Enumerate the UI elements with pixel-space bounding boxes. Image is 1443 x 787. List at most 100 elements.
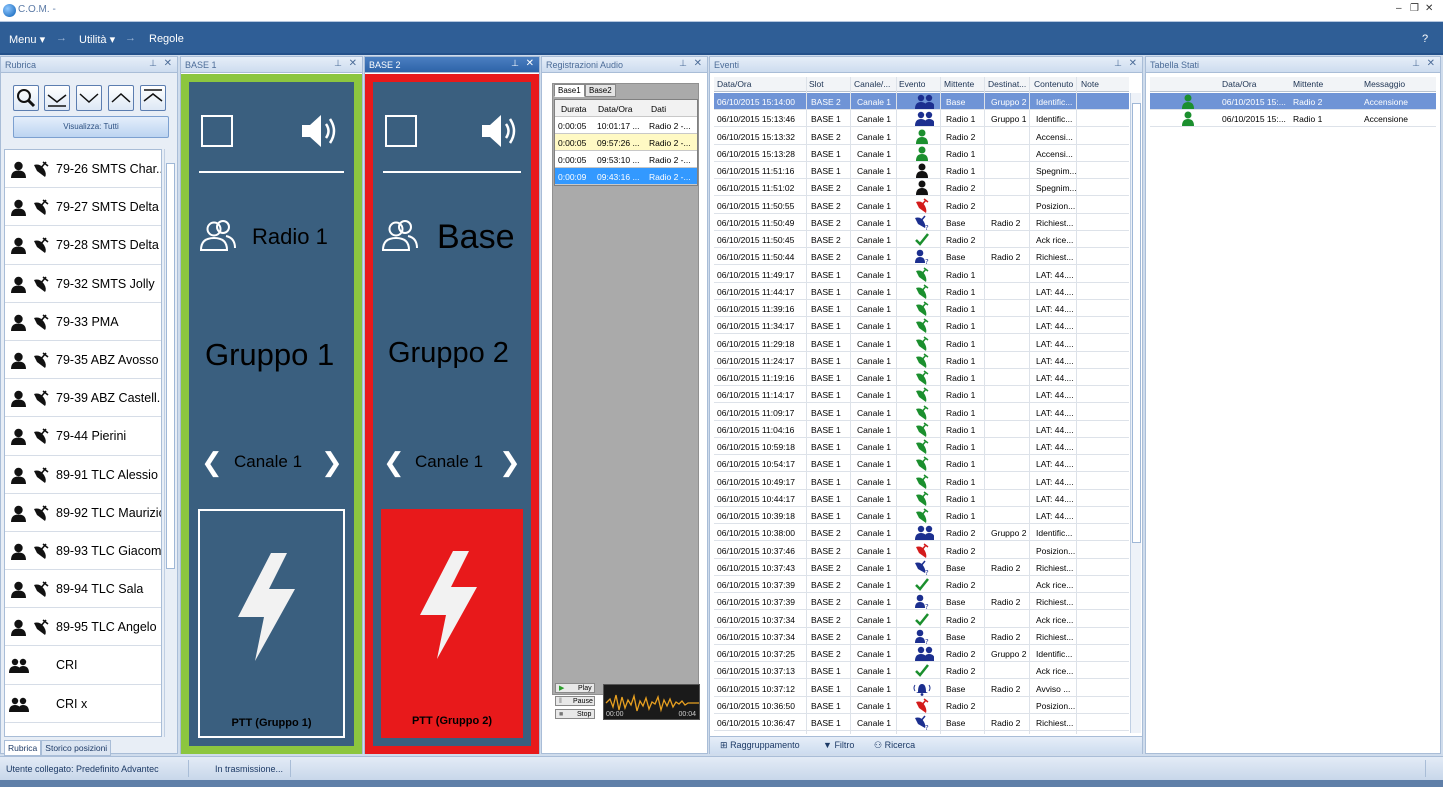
list-item[interactable]: 79-35 ABZ Avosso — [5, 341, 161, 380]
table-row[interactable]: 06/10/2015 15:13:32 BASE 2 Canale 1 Radio 2… — [714, 128, 1129, 145]
ptt-button[interactable]: PTT (Gruppo 1) — [198, 509, 345, 738]
table-row[interactable]: 06/10/2015 11:39:16 BASE 1 Canale 1 Radio 1… — [714, 300, 1129, 318]
waveform[interactable]: 00:00 00:04 — [603, 684, 700, 720]
first-button[interactable] — [140, 85, 166, 111]
pin-icon[interactable]: ⊥ — [511, 58, 519, 69]
eventi-scrollbar[interactable] — [1130, 93, 1141, 733]
menu-regole[interactable]: Regole — [149, 33, 184, 45]
col-contenuto[interactable]: Contenuto — [1034, 79, 1073, 89]
up-button[interactable] — [108, 85, 134, 111]
speaker-icon[interactable] — [479, 112, 519, 150]
table-row[interactable]: 06/10/2015 11:44:17 BASE 1 Canale 1 Radio 1… — [714, 283, 1129, 300]
col-mittente[interactable]: Mittente — [1293, 79, 1323, 89]
list-item[interactable]: 79-33 PMA — [5, 303, 161, 341]
visualizza-button[interactable]: Visualizza: Tutti — [13, 116, 169, 138]
search-button[interactable] — [13, 85, 39, 111]
tab-base1[interactable]: Base1 — [554, 84, 585, 97]
minimize-icon[interactable]: – — [1396, 3, 1402, 14]
table-row[interactable]: 06/10/2015 11:50:45 BASE 2 Canale 1 Radio 2… — [714, 231, 1129, 249]
table-row[interactable]: 06/10/2015 10:44:17 BASE 1 Canale 1 Radio 1… — [714, 490, 1129, 507]
close-icon[interactable]: ✕ — [1425, 3, 1433, 14]
list-item[interactable]: 79-39 ABZ Castell... — [5, 379, 161, 418]
filtro-button[interactable]: ▼ Filtro — [823, 740, 854, 750]
col-dataora[interactable]: Data/Ora — [717, 79, 752, 89]
col-canale[interactable]: Canale/... — [854, 79, 896, 89]
select-checkbox[interactable] — [201, 115, 233, 147]
close-panel-icon[interactable]: ✕ — [1129, 58, 1137, 69]
close-panel-icon[interactable]: ✕ — [694, 58, 702, 69]
pause-button[interactable]: ‖ Pause — [555, 696, 595, 706]
speaker-icon[interactable] — [299, 112, 339, 150]
table-row[interactable]: 06/10/2015 10:38:00 BASE 2 Canale 1 Radio 2… — [714, 524, 1129, 542]
help-button[interactable]: ? — [1422, 33, 1428, 45]
table-row[interactable]: 06/10/2015 11:50:55 BASE 2 Canale 1 Radio 2… — [714, 197, 1129, 214]
table-row[interactable]: 06/10/2015 15:14:00 BASE 2 Canale 1 Base Gru… — [714, 93, 1129, 111]
tab-base2[interactable]: Base2 — [585, 84, 616, 97]
menu-menu[interactable]: Menu ▾ — [9, 33, 45, 46]
rubrica-scrollbar[interactable] — [164, 149, 176, 737]
list-item[interactable]: 89-93 TLC Giacomo — [5, 532, 161, 571]
ricerca-button[interactable]: ⚇ Ricerca — [874, 740, 915, 751]
close-panel-icon[interactable]: ✕ — [164, 58, 172, 69]
table-row[interactable]: 06/10/2015 11:50:49 BASE 2 Canale 1? Base Ra… — [714, 214, 1129, 231]
list-item[interactable]: 79-32 SMTS Jolly — [5, 265, 161, 303]
pin-icon[interactable]: ⊥ — [149, 58, 157, 69]
col-slot[interactable]: Slot — [809, 79, 824, 89]
list-item[interactable]: 79-44 Pierini — [5, 417, 161, 456]
list-item[interactable]: CRI — [5, 646, 161, 685]
list-item[interactable]: CRI x — [5, 685, 161, 723]
close-panel-icon[interactable]: ✕ — [526, 58, 534, 69]
table-row[interactable]: 06/10/2015 15:... Radio 2 Accensione — [1150, 93, 1436, 110]
col-note[interactable]: Note — [1081, 79, 1099, 89]
table-row[interactable]: 0:00:09 09:43:16 ... Radio 2 -... — [555, 168, 697, 185]
tab-storico-posizioni[interactable]: Storico posizioni — [41, 740, 112, 756]
col-evento[interactable]: Evento — [899, 79, 925, 89]
col-dataora[interactable]: Data/Ora — [1222, 79, 1257, 89]
pin-icon[interactable]: ⊥ — [679, 58, 687, 69]
table-row[interactable]: 06/10/2015 11:14:17 BASE 1 Canale 1 Radio 1… — [714, 386, 1129, 404]
table-row[interactable]: 06/10/2015 10:37:34 BASE 2 Canale 1? Base Ra… — [714, 628, 1129, 645]
list-item[interactable]: 89-94 TLC Sala — [5, 570, 161, 609]
raggruppamento-button[interactable]: ⊞ Raggruppamento — [720, 740, 800, 751]
table-row[interactable]: 06/10/2015 15:... Radio 1 Accensione — [1150, 110, 1436, 127]
play-button[interactable]: ▶ Play — [555, 683, 595, 693]
table-row[interactable]: 0:00:05 09:57:26 ... Radio 2 -... — [555, 134, 697, 151]
table-row[interactable]: 06/10/2015 11:51:02 BASE 2 Canale 1 Radio 2… — [714, 179, 1129, 197]
pin-icon[interactable]: ⊥ — [1412, 58, 1420, 69]
table-row[interactable]: 06/10/2015 10:37:12 BASE 1 Canale 1 Base Rad… — [714, 680, 1129, 697]
list-item[interactable]: 79-28 SMTS Delta 2 — [5, 226, 161, 265]
pin-icon[interactable]: ⊥ — [334, 58, 342, 69]
table-row[interactable]: 06/10/2015 10:37:43 BASE 2 Canale 1? Base Ra… — [714, 559, 1129, 576]
table-row[interactable]: 06/10/2015 10:37:39 BASE 2 Canale 1? Base Ra… — [714, 593, 1129, 611]
ptt-button[interactable]: PTT (Gruppo 2) — [381, 509, 523, 738]
table-row[interactable]: 06/10/2015 11:24:17 BASE 1 Canale 1 Radio 1… — [714, 352, 1129, 369]
next-channel-icon[interactable]: ❯ — [321, 447, 343, 478]
table-row[interactable]: 06/10/2015 10:59:18 BASE 1 Canale 1 Radio 1… — [714, 438, 1129, 456]
col-mittente[interactable]: Mittente — [944, 79, 974, 89]
table-row[interactable]: 06/10/2015 11:51:16 BASE 1 Canale 1 Radio 1… — [714, 162, 1129, 180]
table-row[interactable]: 06/10/2015 10:37:13 BASE 1 Canale 1 Radio 2… — [714, 662, 1129, 680]
prev-channel-icon[interactable]: ❮ — [383, 447, 405, 478]
table-row[interactable]: 06/10/2015 10:37:34 BASE 2 Canale 1 Radio 2… — [714, 611, 1129, 628]
list-item[interactable]: 89-95 TLC Angelo — [5, 608, 161, 647]
close-panel-icon[interactable]: ✕ — [349, 58, 357, 69]
table-row[interactable]: 06/10/2015 11:09:17 BASE 1 Canale 1 Radio 1… — [714, 404, 1129, 421]
down-button[interactable] — [76, 85, 102, 111]
list-item[interactable]: 79-27 SMTS Delta 1 — [5, 188, 161, 227]
table-row[interactable]: 06/10/2015 11:04:16 BASE 1 Canale 1 Radio 1… — [714, 421, 1129, 438]
table-row[interactable]: 06/10/2015 10:49:17 BASE 1 Canale 1 Radio 1… — [714, 473, 1129, 490]
stop-button[interactable]: ■ Stop — [555, 709, 595, 719]
tab-rubrica[interactable]: Rubrica — [4, 740, 42, 756]
table-row[interactable]: 06/10/2015 15:13:46 BASE 1 Canale 1 Radio 1… — [714, 110, 1129, 128]
last-button[interactable] — [44, 85, 70, 111]
col-destinatario[interactable]: Destinat... — [988, 79, 1030, 89]
table-row[interactable]: 06/10/2015 10:37:25 BASE 2 Canale 1 Radio 2… — [714, 645, 1129, 663]
restore-icon[interactable]: ❐ — [1410, 3, 1419, 14]
table-row[interactable]: 06/10/2015 11:29:18 BASE 1 Canale 1 Radio 1… — [714, 335, 1129, 352]
table-row[interactable]: 06/10/2015 10:37:39 BASE 2 Canale 1 Radio 2… — [714, 576, 1129, 594]
table-row[interactable]: 0:00:05 09:53:10 ... Radio 2 -... — [555, 151, 697, 168]
close-panel-icon[interactable]: ✕ — [1427, 58, 1435, 69]
list-item[interactable]: 89-91 TLC Alessio — [5, 456, 161, 494]
table-row[interactable]: 06/10/2015 10:36:47 BASE 1 Canale 1? Base Ra… — [714, 714, 1129, 732]
table-row[interactable]: 06/10/2015 15:13:28 BASE 1 Canale 1 Radio 1… — [714, 145, 1129, 162]
